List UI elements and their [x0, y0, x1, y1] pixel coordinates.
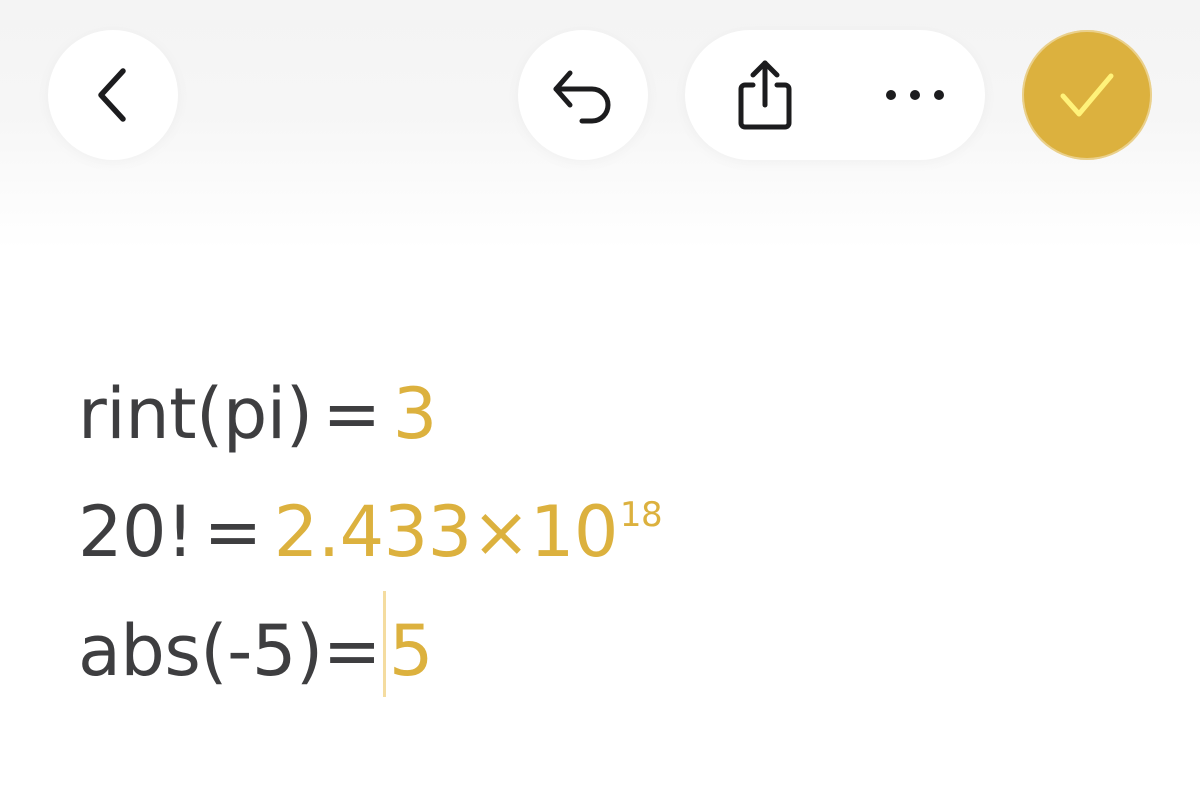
result: 3 — [392, 373, 438, 455]
expression: rint(pi) — [78, 373, 313, 455]
text-cursor — [382, 591, 386, 697]
result-value: 3 — [392, 373, 438, 455]
expression: 20! — [78, 491, 194, 573]
equals-sign: = — [322, 610, 382, 692]
undo-icon — [553, 70, 611, 124]
result: 5 — [388, 610, 434, 692]
chevron-left-icon — [98, 68, 126, 122]
result: 2.433×1018 — [273, 491, 663, 573]
more-button[interactable] — [845, 30, 985, 160]
toolbar-pill — [685, 30, 985, 160]
note-line: rint(pi) = 3 — [78, 355, 1158, 473]
undo-button[interactable] — [518, 30, 648, 160]
note-line: 20! = 2.433×1018 — [78, 473, 1158, 591]
back-button[interactable] — [48, 30, 178, 160]
equals-sign: = — [322, 373, 382, 455]
equals-sign: = — [203, 491, 263, 573]
done-button[interactable] — [1022, 30, 1152, 160]
result-value: 5 — [388, 610, 434, 692]
expression: abs(-5) — [78, 610, 323, 692]
share-button[interactable] — [705, 30, 825, 160]
checkmark-icon — [1060, 73, 1114, 117]
math-note[interactable]: rint(pi) = 3 20! = 2.433×1018 abs(-5)= 5 — [78, 355, 1158, 709]
ellipsis-icon — [886, 90, 944, 100]
share-icon — [738, 60, 792, 130]
result-exponent: 18 — [619, 495, 663, 535]
note-line: abs(-5)= 5 — [78, 591, 1158, 709]
result-value: 2.433×10 — [273, 491, 619, 573]
